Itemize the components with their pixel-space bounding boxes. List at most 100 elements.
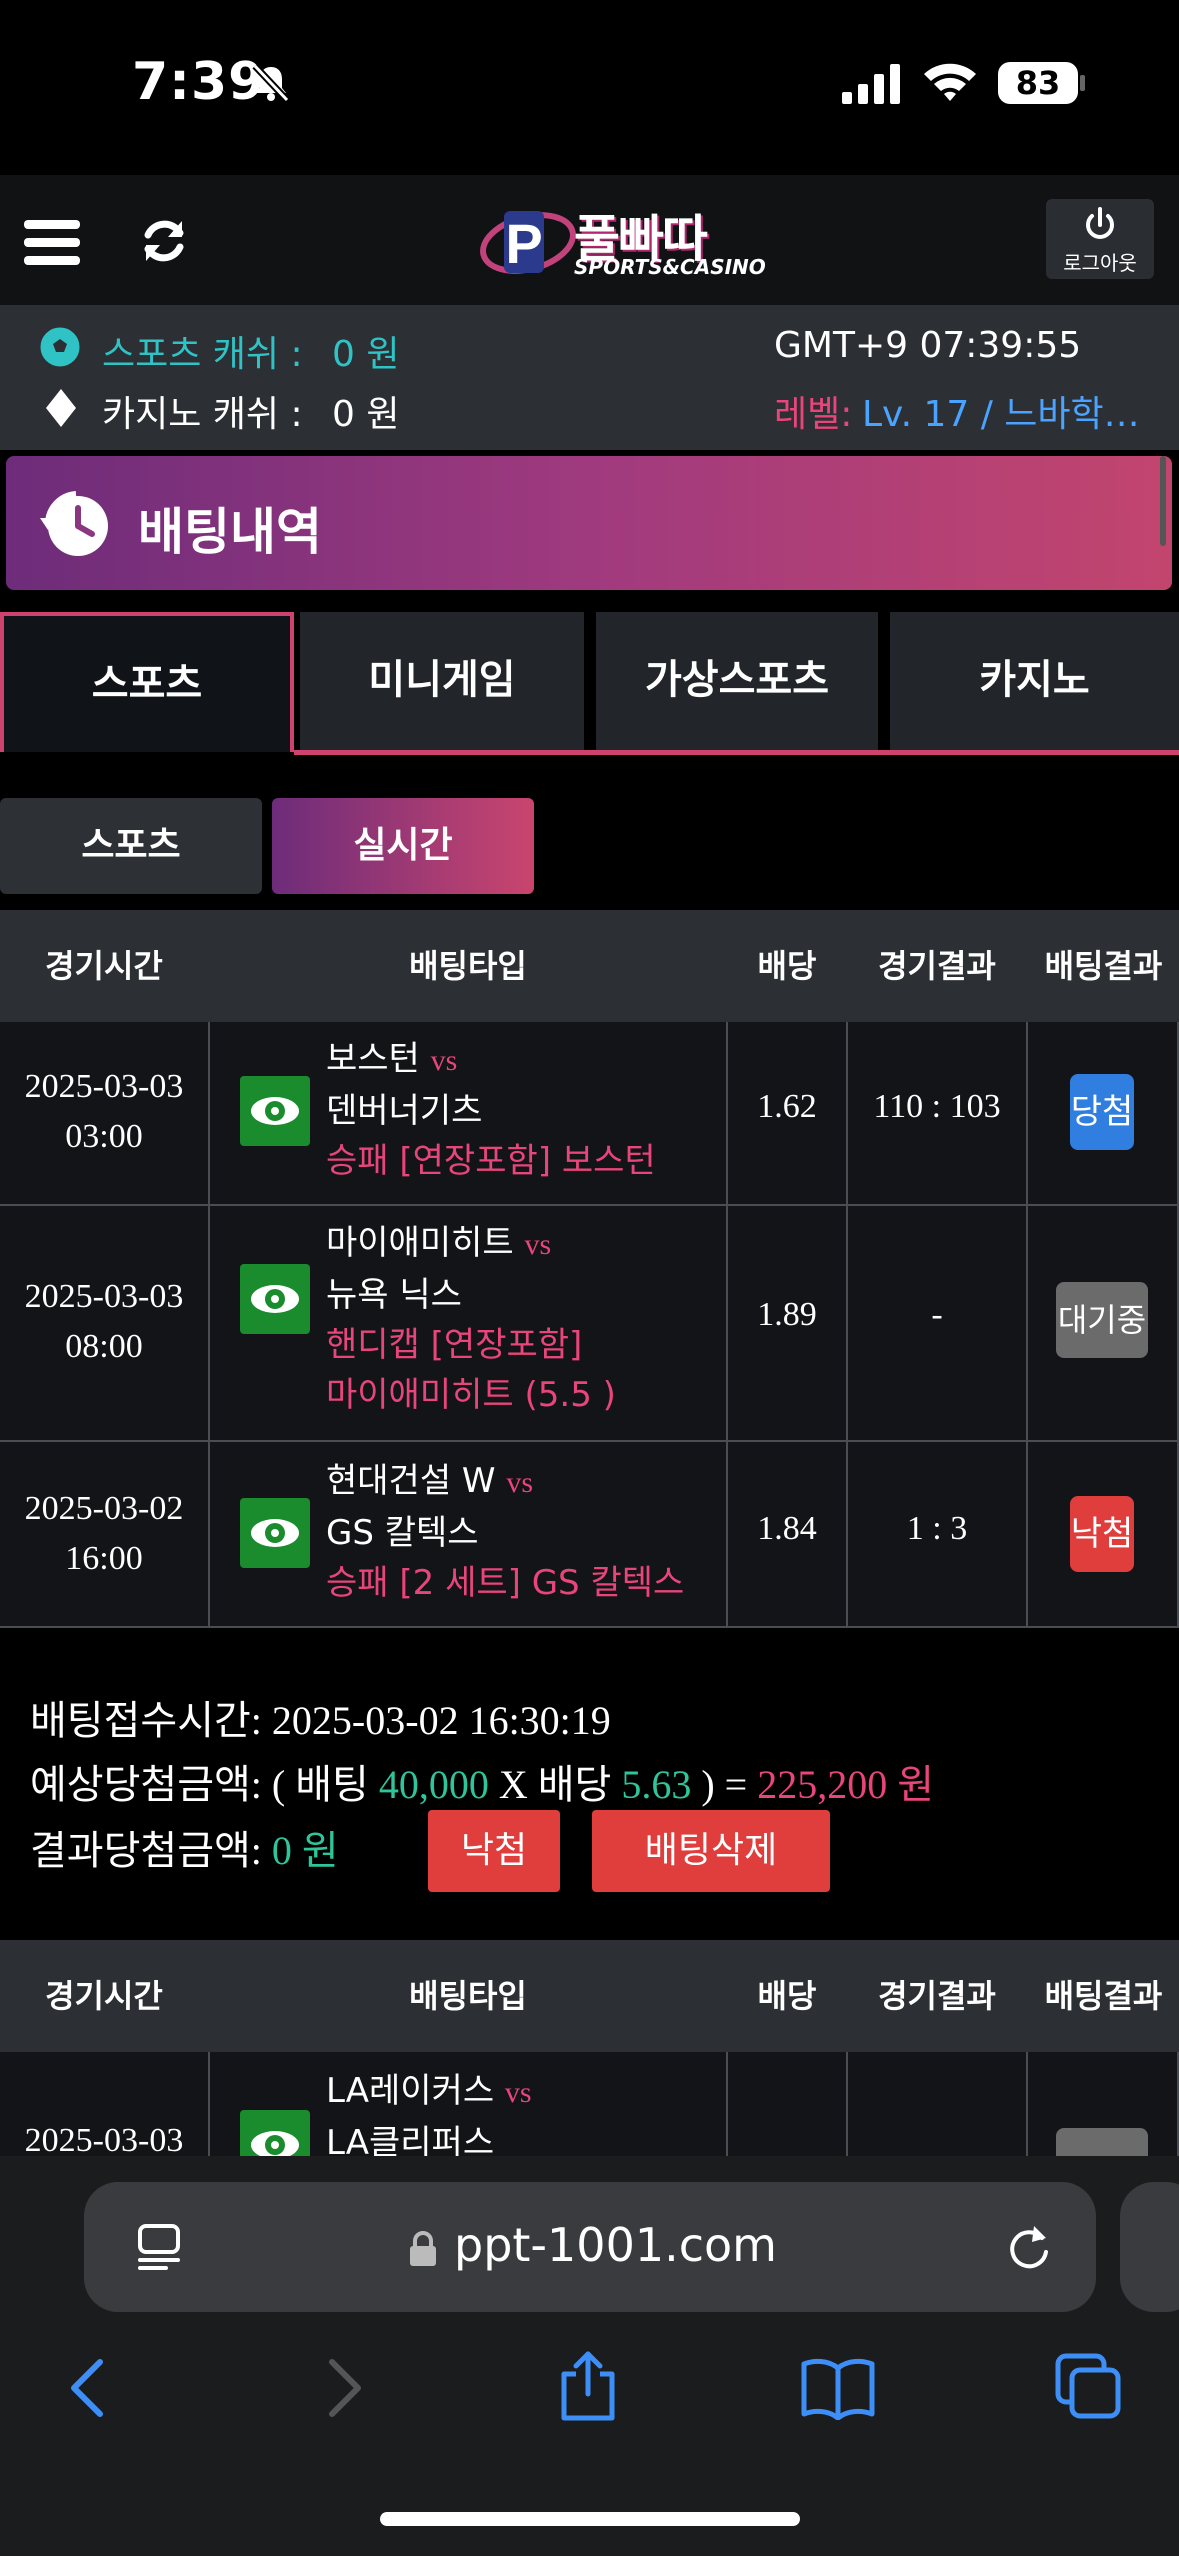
server-clock: GMT+9 07:39:55 bbox=[774, 325, 1082, 366]
home-team: 현대건설 W bbox=[326, 1461, 496, 1501]
view-match-eye-icon[interactable] bbox=[240, 1076, 310, 1146]
view-match-eye-icon[interactable] bbox=[240, 1264, 310, 1334]
tab-casino[interactable]: 카지노 bbox=[890, 612, 1179, 752]
sports-cash-label: 스포츠 캐쉬 : bbox=[102, 334, 303, 375]
result-payout: 결과당첨금액: 0 원 bbox=[30, 1828, 339, 1873]
home-team: 보스턴 bbox=[326, 1039, 420, 1079]
bet-pick: 승패 [2 세트] GS 칼텍스 bbox=[326, 1563, 685, 1603]
bet-pick-line2: 마이애미히트 (5.5 ) bbox=[326, 1375, 616, 1415]
delete-bet-button[interactable]: 배팅삭제 bbox=[592, 1810, 830, 1892]
category-tabs: 스포츠 미니게임 가상스포츠 카지노 bbox=[0, 612, 1179, 756]
table-row: 2025-03-03 LA레이커스 vs LA클리퍼스 bbox=[0, 2052, 1179, 2156]
reload-icon[interactable] bbox=[1004, 2222, 1054, 2272]
match-date: 2025-03-03 08:00 bbox=[24, 1278, 184, 1365]
bet-pick: 핸디캡 [연장포함] bbox=[326, 1325, 583, 1365]
tab-minigame[interactable]: 미니게임 bbox=[300, 612, 584, 752]
away-team: 뉴욕 닉스 bbox=[326, 1275, 462, 1315]
result-status-button[interactable]: 낙첨 bbox=[428, 1810, 560, 1892]
header-bet-result: 배팅결과 bbox=[1044, 1977, 1163, 2015]
accepted-time: 배팅접수시간: 2025-03-02 16:30:19 bbox=[30, 1698, 611, 1743]
home-team: LA레이커스 bbox=[326, 2071, 495, 2111]
header-odds: 배당 bbox=[757, 947, 817, 985]
logout-button[interactable]: 로그아웃 bbox=[1046, 199, 1154, 279]
bet-description: 마이애미히트 vs 뉴욕 닉스 핸디캡 [연장포함] 마이애미히트 (5.5 ) bbox=[326, 1218, 726, 1420]
page-title-banner: 배팅내역 bbox=[6, 456, 1172, 590]
diamond-icon bbox=[46, 389, 76, 427]
bet-description: LA레이커스 vs LA클리퍼스 bbox=[326, 2066, 726, 2156]
forward-icon[interactable] bbox=[322, 2356, 366, 2420]
match-score: 110 : 103 bbox=[873, 1088, 1001, 1125]
header-odds: 배당 bbox=[757, 1977, 817, 2015]
away-team: GS 칼텍스 bbox=[326, 1513, 479, 1553]
match-date: 2025-03-02 16:00 bbox=[24, 1490, 184, 1577]
odds-value: 1.84 bbox=[757, 1510, 817, 1547]
home-indicator bbox=[380, 2512, 800, 2526]
history-clock-icon bbox=[40, 491, 108, 556]
level-value[interactable]: Lv. 17 / 느바학… bbox=[862, 385, 1162, 437]
bet-table-header: 경기시간 배팅타입 배당 경기결과 배팅결과 bbox=[0, 910, 1179, 1022]
bet-pick: 승패 [연장포함] 보스턴 bbox=[326, 1141, 656, 1181]
header-bet-type: 배팅타입 bbox=[409, 947, 527, 985]
svg-text:P: P bbox=[505, 212, 542, 275]
header-bet-result: 배팅결과 bbox=[1044, 947, 1163, 985]
site-logo[interactable]: P 풀빠따 SPORTS&CASINO bbox=[478, 197, 766, 287]
bet-description: 보스턴 vs 덴버너기츠 승패 [연장포함] 보스턴 bbox=[326, 1034, 726, 1186]
odds-value: 1.89 bbox=[757, 1296, 817, 1333]
bet-summary: 배팅접수시간: 2025-03-02 16:30:19 예상당첨금액: ( 배팅… bbox=[0, 1628, 1179, 1940]
wifi-icon bbox=[924, 63, 976, 101]
status-badge bbox=[1056, 2128, 1148, 2156]
back-icon[interactable] bbox=[66, 2356, 110, 2420]
lock-icon bbox=[410, 2231, 436, 2266]
view-match-eye-icon[interactable] bbox=[240, 2110, 310, 2156]
battery-level: 83 bbox=[998, 62, 1078, 104]
tab-sports[interactable]: 스포츠 bbox=[0, 612, 294, 752]
status-bar: 7:39 83 bbox=[0, 0, 1179, 175]
table-row: 2025-03-02 16:00 현대건설 W vs GS 칼텍스 승패 [2 세… bbox=[0, 1442, 1179, 1628]
cellular-signal-icon bbox=[842, 64, 900, 104]
status-badge: 대기중 bbox=[1056, 1282, 1148, 1358]
soccer-ball-icon bbox=[40, 327, 80, 367]
match-date: 2025-03-03 03:00 bbox=[24, 1068, 184, 1155]
scrollbar[interactable] bbox=[1160, 456, 1166, 546]
level-label: 레벨: bbox=[774, 394, 853, 435]
silent-bell-icon bbox=[252, 63, 290, 103]
tab-virtual-sports[interactable]: 가상스포츠 bbox=[596, 612, 878, 752]
status-time: 7:39 bbox=[132, 52, 266, 112]
site-header: P 풀빠따 SPORTS&CASINO 로그아웃 bbox=[0, 175, 1179, 305]
next-tab-preview[interactable] bbox=[1120, 2182, 1179, 2312]
bet-table-header: 경기시간 배팅타입 배당 경기결과 배팅결과 bbox=[0, 1940, 1179, 2052]
logo-mark-icon: P bbox=[480, 211, 576, 275]
header-match-result: 경기결과 bbox=[878, 947, 996, 985]
expected-payout: 예상당첨금액: ( 배팅 40,000 X 배당 5.63 ) = 225,20… bbox=[30, 1762, 935, 1807]
url-text[interactable]: ppt-1001.com bbox=[454, 2218, 777, 2272]
subtab-sports[interactable]: 스포츠 bbox=[0, 798, 262, 894]
battery-tip bbox=[1080, 75, 1085, 91]
header-match-time: 경기시간 bbox=[45, 947, 163, 985]
sports-cash-value: 0 원 bbox=[332, 334, 400, 375]
logo-subtitle: SPORTS&CASINO bbox=[574, 255, 766, 279]
tabs-icon[interactable] bbox=[1054, 2352, 1124, 2422]
casino-cash-value: 0 원 bbox=[332, 394, 400, 435]
bet-description: 현대건설 W vs GS 칼텍스 승패 [2 세트] GS 칼텍스 bbox=[326, 1456, 726, 1608]
account-info-bar: 스포츠 캐쉬 : 0 원 카지노 캐쉬 : 0 원 GMT+9 07:39:55… bbox=[0, 305, 1179, 450]
share-icon[interactable] bbox=[556, 2350, 620, 2422]
reader-mode-icon[interactable] bbox=[136, 2222, 186, 2272]
page-title: 배팅내역 bbox=[138, 503, 322, 561]
subtab-live[interactable]: 실시간 bbox=[272, 798, 534, 894]
refresh-icon[interactable] bbox=[138, 215, 190, 267]
table-row: 2025-03-03 03:00 보스턴 vs 덴버너기츠 승패 [연장포함] 보… bbox=[0, 1022, 1179, 1206]
odds-value: 1.62 bbox=[757, 1088, 817, 1125]
match-date: 2025-03-03 bbox=[24, 2122, 184, 2156]
home-team: 마이애미히트 bbox=[326, 1223, 514, 1263]
header-bet-type: 배팅타입 bbox=[409, 1977, 527, 2015]
header-match-time: 경기시간 bbox=[45, 1977, 163, 2015]
status-badge: 당첨 bbox=[1070, 1074, 1134, 1150]
view-match-eye-icon[interactable] bbox=[240, 1498, 310, 1568]
away-team: LA클리퍼스 bbox=[326, 2123, 495, 2156]
table-row: 2025-03-03 08:00 마이애미히트 vs 뉴욕 닉스 핸디캡 [연장포… bbox=[0, 1206, 1179, 1442]
tabs-underline bbox=[294, 750, 1179, 755]
header-match-result: 경기결과 bbox=[878, 1977, 996, 2015]
match-score: - bbox=[931, 1296, 943, 1333]
menu-icon[interactable] bbox=[24, 220, 80, 266]
bookmarks-icon[interactable] bbox=[800, 2356, 876, 2420]
